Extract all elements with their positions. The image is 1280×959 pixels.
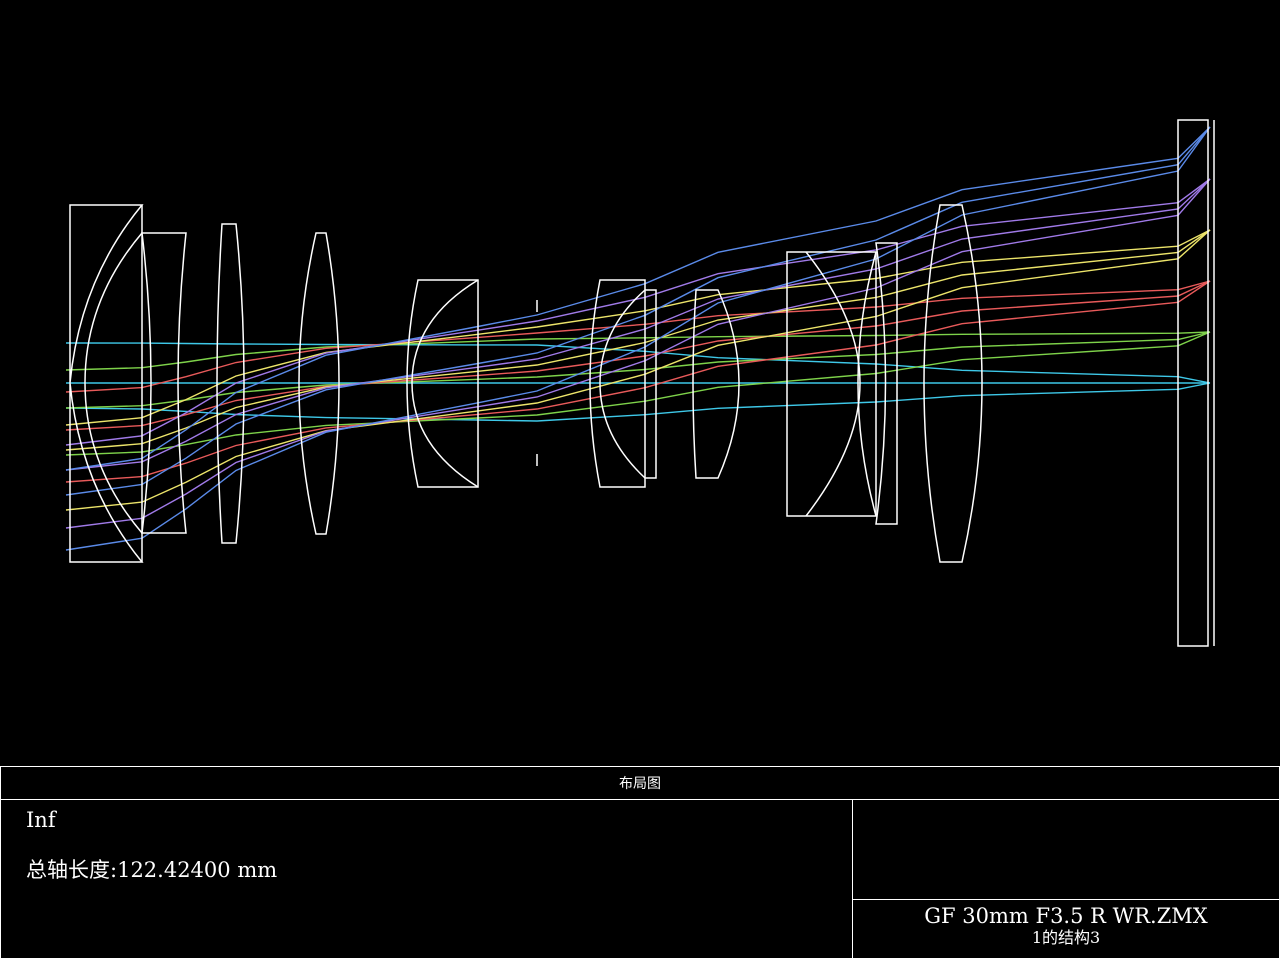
ray-field-6-1	[65, 126, 1211, 496]
panel-title: 布局图	[1, 767, 1279, 800]
lens-layout-diagram	[65, 119, 1215, 647]
info-panel: 布局图 Inf 总轴长度:122.42400 mm GF 30mm F3.5 R…	[0, 766, 1280, 959]
file-name: GF 30mm F3.5 R WR.ZMX	[924, 904, 1208, 928]
blank-box	[853, 800, 1279, 900]
ray-field-4-0	[65, 229, 1211, 426]
config-label: 1的结构3	[1031, 928, 1101, 947]
total-length-label: 总轴长度:	[26, 858, 118, 882]
object-distance: Inf	[26, 808, 56, 832]
file-info-box: GF 30mm F3.5 R WR.ZMX 1的结构3	[853, 900, 1279, 958]
total-length-value: 122.42400 mm	[117, 858, 278, 882]
lens-element-8-curve	[805, 251, 861, 517]
notes-box: Inf 总轴长度:122.42400 mm	[1, 800, 853, 958]
total-length: 总轴长度:122.42400 mm	[26, 854, 277, 884]
ray-field-5-2	[65, 178, 1211, 529]
ray-field-4-1	[65, 229, 1211, 451]
